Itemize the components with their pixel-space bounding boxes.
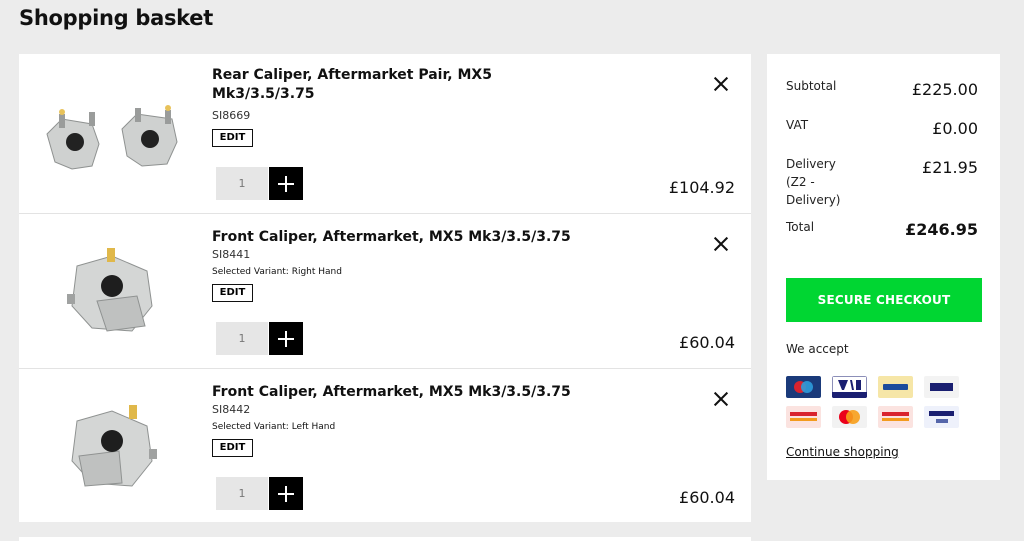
subtotal-value: £225.00 [911, 80, 978, 99]
product-name[interactable]: Front Caliper, Aftermarket, MX5 Mk3/3.5/… [212, 228, 592, 247]
visa-icon [924, 376, 959, 398]
product-sku: SI8441 [212, 248, 251, 261]
total-value: £246.95 [905, 220, 978, 239]
maestro-icon [786, 376, 821, 398]
page-title: Shopping basket [19, 6, 213, 30]
product-sku: SI8442 [212, 403, 251, 416]
subtotal-label: Subtotal [786, 79, 837, 93]
vat-label: VAT [786, 118, 809, 132]
secure-checkout-button[interactable]: SECURE CHECKOUT [786, 278, 982, 322]
vat-value: £0.00 [932, 119, 978, 138]
close-icon[interactable] [713, 76, 729, 92]
edit-button[interactable]: EDIT [212, 439, 253, 457]
visa-debit-icon [832, 376, 867, 398]
we-accept-label: We accept [786, 342, 849, 356]
product-variant: Selected Variant: Right Hand [212, 267, 342, 277]
product-image [67, 248, 153, 332]
basket-panel: Rear Caliper, Aftermarket Pair, MX5 Mk3/… [19, 54, 751, 522]
close-icon[interactable] [713, 236, 729, 252]
item-price: £60.04 [679, 488, 735, 507]
basket-item: Front Caliper, Aftermarket, MX5 Mk3/3.5/… [19, 368, 751, 524]
close-icon[interactable] [713, 391, 729, 407]
delivery-label: Delivery (Z2 - Delivery) [786, 157, 841, 207]
quantity-input[interactable]: 1 [216, 167, 268, 200]
basket-item: Front Caliper, Aftermarket, MX5 Mk3/3.5/… [19, 213, 751, 369]
quantity-input[interactable]: 1 [216, 477, 268, 510]
product-sku: SI8669 [212, 109, 251, 122]
basket-panel-next [19, 537, 751, 541]
order-summary: Subtotal £225.00 VAT £0.00 Delivery (Z2 … [767, 54, 1000, 480]
product-name[interactable]: Front Caliper, Aftermarket, MX5 Mk3/3.5/… [212, 383, 592, 402]
basket-item: Rear Caliper, Aftermarket Pair, MX5 Mk3/… [19, 54, 751, 210]
mastercard-icon [832, 406, 867, 428]
plus-icon[interactable] [269, 322, 303, 355]
edit-button[interactable]: EDIT [212, 129, 253, 147]
mastercard-securecode-icon [878, 406, 913, 428]
product-image [46, 105, 178, 170]
product-image [71, 405, 157, 487]
edit-button[interactable]: EDIT [212, 284, 253, 302]
continue-shopping-link[interactable]: Continue shopping [786, 445, 899, 459]
plus-icon[interactable] [269, 167, 303, 200]
paypal-icon [878, 376, 913, 398]
delivery-value: £21.95 [922, 158, 978, 177]
item-price: £104.92 [668, 178, 735, 197]
total-label: Total [786, 220, 815, 234]
mastercard-securecode-icon [786, 406, 821, 428]
product-name[interactable]: Rear Caliper, Aftermarket Pair, MX5 Mk3/… [212, 66, 512, 104]
plus-icon[interactable] [269, 477, 303, 510]
item-price: £60.04 [679, 333, 735, 352]
quantity-input[interactable]: 1 [216, 322, 268, 355]
verified-by-visa-icon [924, 406, 959, 428]
product-variant: Selected Variant: Left Hand [212, 422, 336, 432]
